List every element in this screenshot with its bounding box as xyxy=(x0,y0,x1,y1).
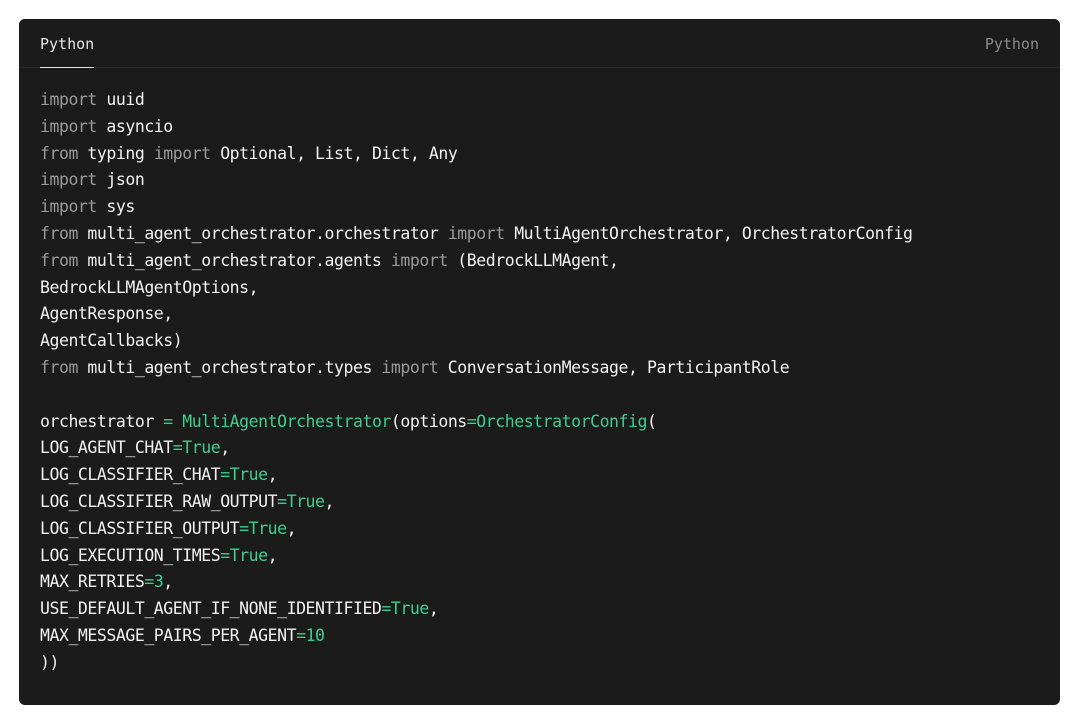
keyword-token: import xyxy=(40,197,97,217)
code-token: AgentResponse, xyxy=(40,304,173,324)
operator-token: = xyxy=(466,411,477,431)
code-token: MultiAgentOrchestrator, OrchestratorConf… xyxy=(504,223,913,243)
operator-token: = xyxy=(163,411,173,431)
function-token: True xyxy=(248,518,287,538)
active-tab-indicator xyxy=(40,67,95,68)
function-token: True xyxy=(229,465,268,485)
tab-label: Python xyxy=(40,35,95,53)
code-token: , xyxy=(220,438,230,458)
code-token: LOG_AGENT_CHAT xyxy=(40,438,173,458)
code-line: import json xyxy=(40,167,1050,194)
code-token: typing xyxy=(77,143,154,163)
function-token: True xyxy=(390,599,429,619)
code-line: AgentCallbacks) xyxy=(40,328,1050,355)
code-token: , xyxy=(324,491,335,511)
code-line: BedrockLLMAgentOptions, xyxy=(40,275,1050,302)
keyword-token: from xyxy=(40,250,78,270)
code-content: import uuid import asyncio from typing imp… xyxy=(40,87,1050,677)
code-line: MAX_RETRIES=3, xyxy=(40,569,1050,596)
code-token: multi_agent_orchestrator.agents xyxy=(77,250,391,270)
code-line: LOG_EXECUTION_TIMES=True, xyxy=(40,543,1050,570)
code-line: from multi_agent_orchestrator.agents imp… xyxy=(40,248,1050,275)
operator-token: = xyxy=(144,572,154,592)
code-token: multi_agent_orchestrator.types xyxy=(77,357,382,377)
code-line: LOG_CLASSIFIER_OUTPUT=True, xyxy=(40,516,1050,543)
keyword-token: import xyxy=(40,116,97,136)
code-line: LOG_CLASSIFIER_RAW_OUTPUT=True, xyxy=(40,489,1050,516)
code-line: AgentResponse, xyxy=(40,301,1050,328)
operator-token: = xyxy=(239,518,249,538)
code-token: MAX_RETRIES xyxy=(40,572,145,592)
code-token: (BedrockLLMAgent, xyxy=(447,250,619,270)
code-line: import uuid xyxy=(40,87,1050,114)
code-token: Optional, List, Dict, Any xyxy=(210,143,458,163)
code-token: LOG_EXECUTION_TIMES xyxy=(40,545,221,565)
operator-token: = xyxy=(220,545,230,565)
code-token: MAX_MESSAGE_PAIRS_PER_AGENT xyxy=(40,625,297,645)
code-header: Python Python xyxy=(19,19,1060,68)
number-token: 10 xyxy=(305,625,325,645)
function-token: True xyxy=(286,491,325,511)
code-token: , xyxy=(267,465,278,485)
code-token: , xyxy=(286,518,297,538)
function-token: MultiAgentOrchestrator xyxy=(182,411,391,431)
code-token: ( xyxy=(647,411,657,431)
function-token: OrchestratorConfig xyxy=(476,411,647,431)
code-token: LOG_CLASSIFIER_CHAT xyxy=(40,465,221,485)
language-label: Python xyxy=(984,35,1039,53)
code-token: , xyxy=(163,572,173,592)
code-token: ConversationMessage, ParticipantRole xyxy=(438,357,790,377)
code-token: uuid xyxy=(96,90,145,109)
keyword-token: from xyxy=(40,357,78,377)
code-token: LOG_CLASSIFIER_OUTPUT xyxy=(40,518,240,538)
operator-token: = xyxy=(220,465,230,485)
code-block: Python Python import uuid import asyncio f… xyxy=(19,19,1060,705)
keyword-token: import xyxy=(40,170,97,190)
code-line: MAX_MESSAGE_PAIRS_PER_AGENT=10 xyxy=(40,623,1050,650)
code-line: LOG_CLASSIFIER_CHAT=True, xyxy=(40,462,1050,489)
code-token: BedrockLLMAgentOptions, xyxy=(40,277,259,297)
code-line: import sys xyxy=(40,194,1050,221)
function-token: True xyxy=(229,545,268,565)
code-token: json xyxy=(96,170,145,190)
code-token: AgentCallbacks) xyxy=(40,331,183,351)
code-token: , xyxy=(267,545,278,565)
code-token: asyncio xyxy=(96,116,173,136)
function-token: True xyxy=(182,438,221,458)
keyword-token: from xyxy=(40,143,78,163)
code-line: orchestrator = MultiAgentOrchestrator(op… xyxy=(40,409,1050,436)
code-token: multi_agent_orchestrator.orchestrator xyxy=(77,223,448,243)
code-token: , xyxy=(428,599,439,619)
code-line: LOG_AGENT_CHAT=True, xyxy=(40,435,1050,462)
keyword-token: from xyxy=(40,223,78,243)
code-line: import asyncio xyxy=(40,114,1050,141)
number-token: 3 xyxy=(153,572,164,592)
operator-token: = xyxy=(277,491,287,511)
keyword-token: import xyxy=(381,357,439,377)
code-token: (options xyxy=(390,411,467,431)
code-token: orchestrator xyxy=(40,411,164,431)
code-token: LOG_CLASSIFIER_RAW_OUTPUT xyxy=(40,491,278,511)
operator-token: = xyxy=(172,438,183,458)
code-token: USE_DEFAULT_AGENT_IF_NONE_IDENTIFIED xyxy=(40,599,382,619)
code-line: from typing import Optional, List, Dict,… xyxy=(40,141,1050,168)
code-line: from multi_agent_orchestrator.orchestrat… xyxy=(40,221,1050,248)
keyword-token: import xyxy=(390,250,448,270)
operator-token: = xyxy=(381,599,391,619)
code-line: from multi_agent_orchestrator.types impo… xyxy=(40,355,1050,382)
code-line: USE_DEFAULT_AGENT_IF_NONE_IDENTIFIED=Tru… xyxy=(40,596,1050,623)
keyword-token: import xyxy=(40,90,97,109)
code-token: )) xyxy=(40,652,59,672)
tab-python[interactable]: Python xyxy=(40,19,95,68)
code-line: )) xyxy=(40,650,1050,677)
keyword-token: import xyxy=(153,143,211,163)
keyword-token: import xyxy=(447,223,505,243)
operator-token: = xyxy=(296,625,306,645)
code-token: sys xyxy=(96,197,135,217)
